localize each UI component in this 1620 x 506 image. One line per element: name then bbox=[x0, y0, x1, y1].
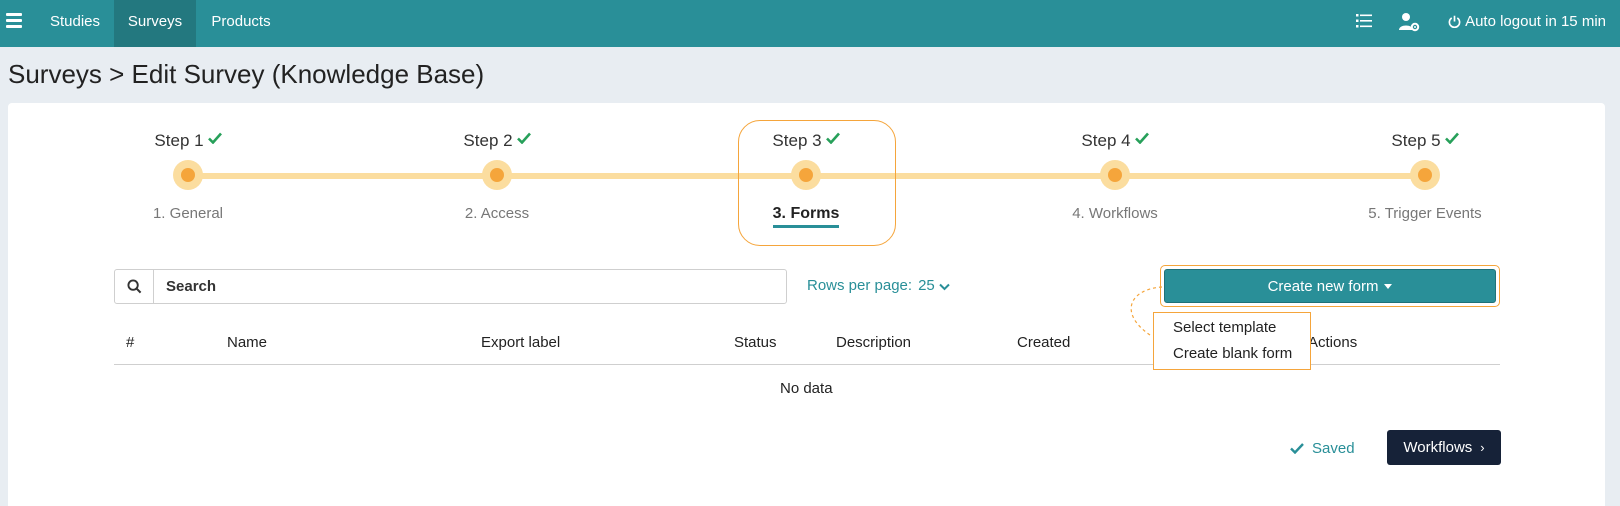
check-icon bbox=[825, 128, 840, 150]
menu-item-select-template[interactable]: Select template bbox=[1173, 319, 1276, 336]
next-workflows-button[interactable]: Workflows › bbox=[1387, 430, 1501, 465]
search-box bbox=[114, 269, 787, 304]
column-header-export-label[interactable]: Export label bbox=[481, 334, 560, 351]
chevron-down-icon bbox=[939, 283, 950, 291]
step-title: Step 3 bbox=[772, 131, 822, 150]
check-icon bbox=[516, 128, 531, 150]
column-header-description[interactable]: Description bbox=[836, 334, 911, 351]
nav-item-surveys[interactable]: Surveys bbox=[114, 0, 196, 47]
step-label: 5. Trigger Events bbox=[1368, 205, 1482, 222]
empty-table-message: No data bbox=[780, 380, 833, 397]
step-1[interactable]: Step 1 1. General bbox=[88, 128, 288, 222]
step-label-active: 3. Forms bbox=[772, 205, 840, 228]
rows-per-page-select[interactable]: Rows per page: 25 bbox=[807, 277, 950, 294]
step-label: 4. Workflows bbox=[1072, 205, 1158, 222]
search-input[interactable] bbox=[155, 270, 785, 303]
step-4[interactable]: Step 4 4. Workflows bbox=[1015, 128, 1215, 222]
step-2[interactable]: Step 2 2. Access bbox=[397, 128, 597, 222]
top-navbar: Studies Surveys Products Auto logout in … bbox=[0, 0, 1620, 47]
step-dot bbox=[1100, 160, 1130, 190]
step-title: Step 1 bbox=[154, 131, 204, 150]
step-label: 1. General bbox=[152, 205, 224, 222]
step-dot bbox=[1410, 160, 1440, 190]
saved-text: Saved bbox=[1312, 440, 1355, 457]
create-new-form-button[interactable]: Create new form bbox=[1164, 269, 1496, 303]
user-settings-icon[interactable] bbox=[1398, 12, 1420, 32]
column-header-status[interactable]: Status bbox=[734, 334, 777, 351]
step-5[interactable]: Step 5 5. Trigger Events bbox=[1325, 128, 1525, 222]
check-icon bbox=[1290, 443, 1304, 455]
check-icon bbox=[207, 128, 222, 150]
column-header-actions[interactable]: Actions bbox=[1308, 334, 1357, 351]
list-icon[interactable] bbox=[1355, 12, 1377, 32]
search-icon[interactable] bbox=[115, 270, 154, 303]
chevron-right-icon: › bbox=[1480, 440, 1485, 455]
step-3[interactable]: Step 3 3. Forms bbox=[706, 128, 906, 228]
nav-item-studies[interactable]: Studies bbox=[35, 0, 115, 47]
step-label: 2. Access bbox=[464, 205, 530, 222]
check-icon bbox=[1444, 128, 1459, 150]
saved-status: Saved bbox=[1290, 440, 1355, 457]
next-workflows-label: Workflows bbox=[1403, 439, 1473, 456]
rows-per-page-value: 25 bbox=[918, 277, 935, 294]
nav-item-products[interactable]: Products bbox=[196, 0, 286, 47]
column-header-created[interactable]: Created bbox=[1017, 334, 1070, 351]
step-title: Step 5 bbox=[1391, 131, 1441, 150]
caret-down-icon bbox=[1384, 284, 1393, 289]
step-dot bbox=[173, 160, 203, 190]
page-title: Surveys > Edit Survey (Knowledge Base) bbox=[8, 59, 485, 89]
menu-item-create-blank-form[interactable]: Create blank form bbox=[1173, 345, 1292, 362]
hamburger-icon[interactable] bbox=[6, 13, 22, 29]
step-dot bbox=[791, 160, 821, 190]
step-title: Step 2 bbox=[463, 131, 513, 150]
create-new-form-label: Create new form bbox=[1267, 278, 1379, 295]
column-header-name[interactable]: Name bbox=[227, 334, 267, 351]
check-icon bbox=[1134, 128, 1149, 150]
step-dot bbox=[482, 160, 512, 190]
rows-per-page-label: Rows per page: bbox=[807, 277, 913, 294]
auto-logout-text: Auto logout in 15 min bbox=[1465, 13, 1606, 30]
column-header-number[interactable]: # bbox=[126, 334, 134, 351]
create-form-dropdown: Select template Create blank form bbox=[1153, 312, 1311, 370]
power-icon bbox=[1448, 15, 1461, 29]
step-title: Step 4 bbox=[1081, 131, 1131, 150]
auto-logout[interactable]: Auto logout in 15 min bbox=[1448, 0, 1606, 44]
